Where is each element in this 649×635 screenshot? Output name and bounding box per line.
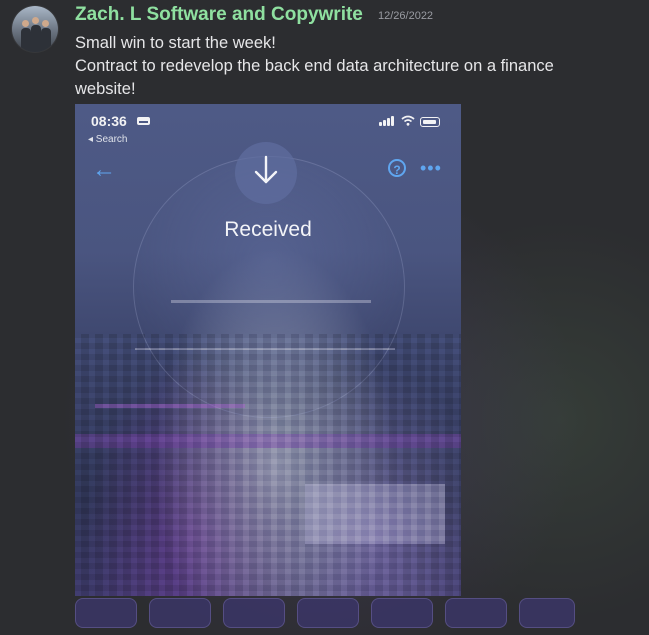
- avatar-head: [22, 20, 29, 27]
- message-text-line: Contract to redevelop the back end data …: [75, 57, 554, 75]
- status-time: 08:36: [91, 113, 127, 129]
- reaction-button[interactable]: [149, 598, 211, 628]
- reaction-button[interactable]: [75, 598, 137, 628]
- reaction-button[interactable]: [223, 598, 285, 628]
- reaction-row: [75, 598, 575, 628]
- reaction-button[interactable]: [445, 598, 507, 628]
- avatar-head: [42, 20, 49, 27]
- reaction-button[interactable]: [519, 598, 575, 628]
- avatar-figure: [41, 28, 51, 52]
- received-title: Received: [224, 218, 312, 241]
- glitch-artifact: [171, 300, 371, 303]
- signal-icon: [379, 116, 397, 126]
- message-timestamp: 12/26/2022: [378, 10, 434, 22]
- download-arrow-icon: [254, 155, 278, 184]
- message-text-line: website!: [75, 80, 136, 98]
- wifi-icon: [401, 115, 415, 126]
- message-text-line: Small win to start the week!: [75, 34, 276, 52]
- phone-status-bar: 08:36 ◂ Search: [75, 104, 461, 145]
- sleep-icon: [137, 117, 150, 125]
- more-icon: •••: [420, 158, 442, 178]
- image-noise: [75, 334, 461, 596]
- image-attachment[interactable]: 08:36 ◂ Search ← ? ••• Received: [75, 104, 461, 596]
- message-username[interactable]: Zach. L Software and Copywrite: [75, 4, 363, 26]
- back-arrow-icon: ←: [92, 156, 116, 183]
- user-avatar[interactable]: [12, 6, 58, 52]
- reaction-button[interactable]: [297, 598, 359, 628]
- chat-message: Zach. L Software and Copywrite 12/26/202…: [0, 0, 649, 635]
- back-to-search-link: ◂ Search: [88, 134, 128, 145]
- avatar-figure: [31, 25, 41, 52]
- avatar-figure: [21, 28, 31, 52]
- help-icon: ?: [388, 159, 406, 177]
- battery-icon: [420, 117, 440, 127]
- avatar-head: [32, 17, 39, 24]
- reaction-button[interactable]: [371, 598, 433, 628]
